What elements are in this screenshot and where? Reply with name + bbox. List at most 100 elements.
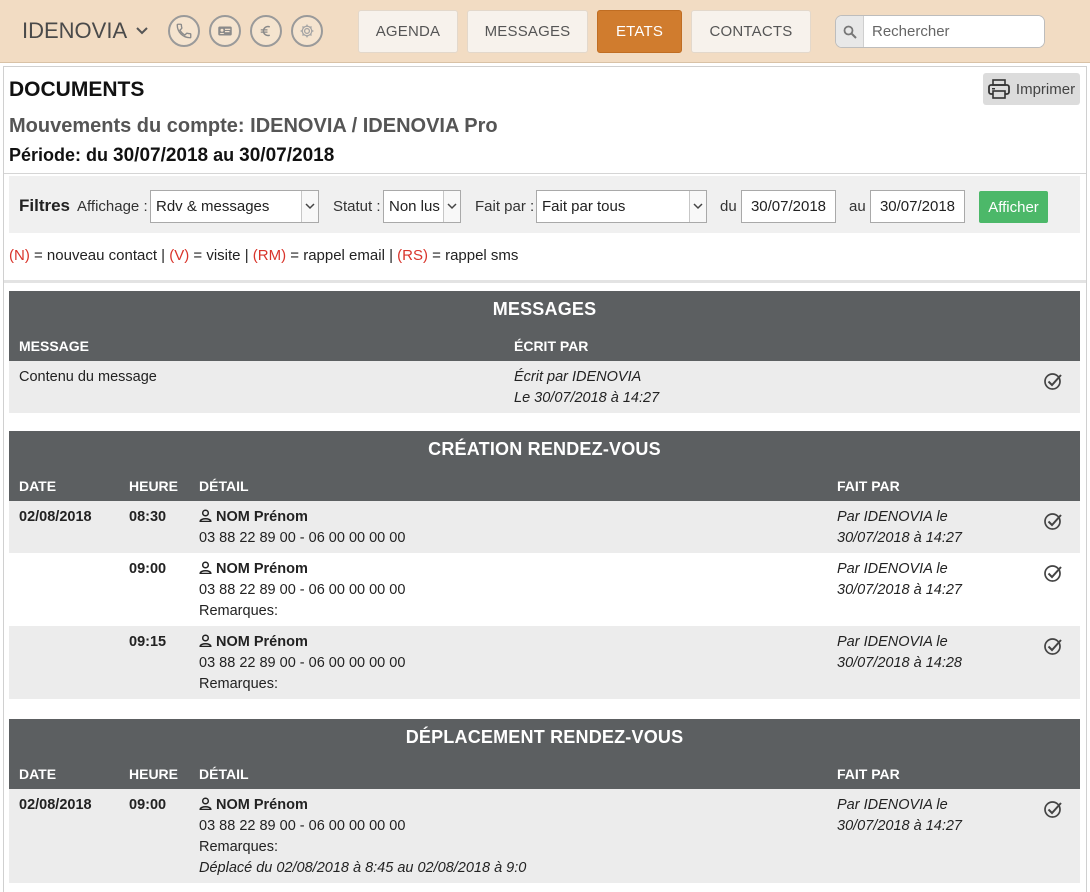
table-row: 09:15 NOM Prénom 03 88 22 89 00 - 06 00 … [9, 626, 1080, 699]
tab-messages-label: MESSAGES [484, 23, 571, 40]
phone-button[interactable] [168, 15, 200, 47]
remarks: Remarques: [199, 603, 278, 619]
period-mid: au [213, 145, 235, 165]
from-date-value: 30/07/2018 [750, 198, 827, 215]
mark-read-button[interactable] [1043, 371, 1063, 391]
tab-agenda-label: AGENDA [375, 23, 441, 40]
search-button[interactable] [836, 16, 864, 47]
check-circle-icon [1044, 513, 1062, 530]
status-select-value: Non lus [389, 198, 440, 215]
contact-phones: 03 88 22 89 00 - 06 00 00 00 00 [199, 818, 406, 834]
chevron-down-icon [693, 203, 703, 210]
phone-icon [176, 23, 192, 39]
status-select[interactable]: Non lus [383, 190, 461, 223]
messages-title: MESSAGES [9, 291, 1080, 328]
chevron-down-icon [305, 203, 315, 210]
moves-section: DÉPLACEMENT RENDEZ-VOUS DATE HEURE DÉTAI… [9, 719, 1080, 883]
legend-rm-text: = rappel email | [290, 247, 393, 264]
display-select[interactable]: Rdv & messages [150, 190, 319, 223]
top-bar: IDENOVIA AGENDA MESSAGES ETATS CONTACTS [0, 0, 1090, 63]
to-label: au [849, 198, 866, 215]
done-by-select-arrow [689, 191, 706, 222]
status-select-arrow [443, 191, 460, 222]
contact-name[interactable]: NOM Prénom [199, 795, 308, 816]
row-hour: 09:00 [129, 797, 167, 813]
col-detail: DÉTAIL [199, 766, 249, 782]
mark-read-button[interactable] [1043, 563, 1063, 583]
filters-title: Filtres [19, 196, 71, 215]
contact-phones: 03 88 22 89 00 - 06 00 00 00 00 [199, 530, 406, 546]
row-hour: 09:00 [129, 561, 167, 577]
user-icon [199, 509, 212, 523]
mark-read-button[interactable] [1043, 636, 1063, 656]
row-hour: 08:30 [129, 509, 167, 525]
mark-read-button[interactable] [1043, 511, 1063, 531]
display-select-value: Rdv & messages [156, 198, 270, 215]
moves-title: DÉPLACEMENT RENDEZ-VOUS [9, 719, 1080, 756]
row-date: 02/08/2018 [19, 797, 92, 813]
check-circle-icon [1044, 801, 1062, 818]
contacts-card-button[interactable] [209, 15, 241, 47]
check-circle-icon [1044, 373, 1062, 390]
done-by-label: Fait par : [475, 198, 535, 215]
contact-name-text: NOM Prénom [216, 634, 308, 650]
period-from: 30/07/2018 [113, 145, 209, 166]
done-by: Par IDENOVIA le [837, 509, 948, 525]
col-hour: HEURE [129, 478, 179, 494]
from-label: du [720, 198, 737, 215]
display-select-arrow [301, 191, 318, 222]
legend: (N) = nouveau contact | (V) = visite | (… [9, 247, 518, 264]
search-icon [843, 25, 857, 39]
legend-n-code: (N) [9, 247, 30, 264]
euro-icon [260, 25, 271, 37]
status-label: Statut : [333, 198, 381, 215]
contact-name[interactable]: NOM Prénom [199, 559, 308, 580]
row-hour: 09:15 [129, 634, 167, 650]
contact-name-text: NOM Prénom [216, 561, 308, 577]
tab-etats[interactable]: ETATS [597, 10, 682, 53]
creation-title: CRÉATION RENDEZ-VOUS [9, 431, 1080, 468]
done-by-date: 30/07/2018 à 14:27 [837, 582, 962, 598]
row-date: 02/08/2018 [19, 509, 92, 525]
message-content: Contenu du message [19, 369, 157, 385]
billing-button[interactable] [250, 15, 282, 47]
message-date: Le 30/07/2018 à 14:27 [514, 390, 660, 406]
print-button[interactable]: Imprimer [983, 73, 1080, 105]
contact-name[interactable]: NOM Prénom [199, 632, 308, 653]
user-icon [199, 797, 212, 811]
messages-columns: MESSAGE ÉCRIT PAR [9, 328, 1080, 361]
period-to: 30/07/2018 [239, 145, 335, 166]
col-detail: DÉTAIL [199, 478, 249, 494]
col-done-by: FAIT PAR [837, 766, 900, 782]
user-icon [199, 561, 212, 575]
show-button[interactable]: Afficher [979, 191, 1048, 223]
search-input[interactable] [864, 16, 1044, 47]
tab-messages[interactable]: MESSAGES [467, 10, 588, 53]
contact-phones: 03 88 22 89 00 - 06 00 00 00 00 [199, 582, 406, 598]
contact-name[interactable]: NOM Prénom [199, 507, 308, 528]
creation-columns: DATE HEURE DÉTAIL FAIT PAR [9, 468, 1080, 501]
divider [4, 173, 1086, 174]
period-prefix: Période: du [9, 145, 109, 165]
from-date-field[interactable]: 30/07/2018 [741, 190, 836, 223]
period-heading: Période: du 30/07/2018 au 30/07/2018 [9, 145, 334, 167]
done-by: Par IDENOVIA le [837, 561, 948, 577]
divider [4, 280, 1086, 283]
tab-contacts[interactable]: CONTACTS [691, 10, 811, 53]
done-by: Par IDENOVIA le [837, 634, 948, 650]
done-by-select[interactable]: Fait par tous [536, 190, 707, 223]
done-by-date: 30/07/2018 à 14:27 [837, 818, 962, 834]
tab-agenda[interactable]: AGENDA [358, 10, 458, 53]
remarks: Remarques: [199, 676, 278, 692]
mark-read-button[interactable] [1043, 799, 1063, 819]
message-author: Écrit par IDENOVIA [514, 369, 642, 385]
print-button-label: Imprimer [1015, 80, 1076, 98]
brand-name: IDENOVIA [22, 18, 128, 43]
account-switcher[interactable]: IDENOVIA [22, 18, 149, 44]
settings-button[interactable] [291, 15, 323, 47]
done-by-date: 30/07/2018 à 14:28 [837, 655, 962, 671]
to-date-value: 30/07/2018 [879, 198, 956, 215]
to-date-field[interactable]: 30/07/2018 [870, 190, 965, 223]
done-by: Par IDENOVIA le [837, 797, 948, 813]
table-row: Contenu du message Écrit par IDENOVIA Le… [9, 361, 1080, 413]
